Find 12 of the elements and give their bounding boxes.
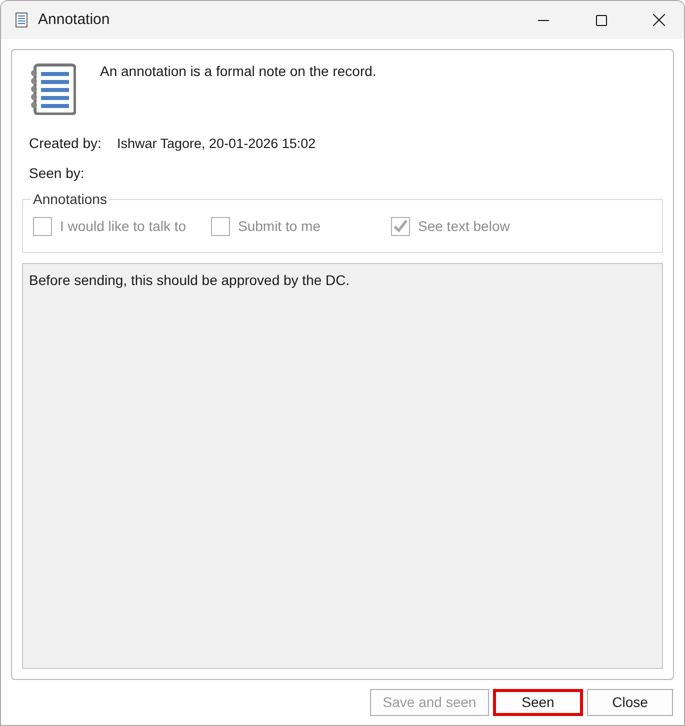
- notebook-icon: [28, 63, 76, 115]
- close-icon: [653, 14, 665, 26]
- dialog-button[interactable]: Close: [587, 689, 673, 716]
- info-message: An annotation is a formal note on the record.: [100, 62, 376, 81]
- maximize-icon: [596, 14, 606, 26]
- field-label: Created by:: [29, 134, 102, 153]
- annotation-text-area[interactable]: Before sending, this should be approved by the DC.: [22, 263, 663, 669]
- dialog-button[interactable]: Seen: [493, 689, 583, 716]
- field-value: Ishwar Tagore, 20-01-2026 15:02: [117, 135, 316, 154]
- notebook-icon: [13, 12, 29, 28]
- window-title: Annotation: [38, 10, 110, 30]
- field-label: Seen by:: [29, 164, 86, 183]
